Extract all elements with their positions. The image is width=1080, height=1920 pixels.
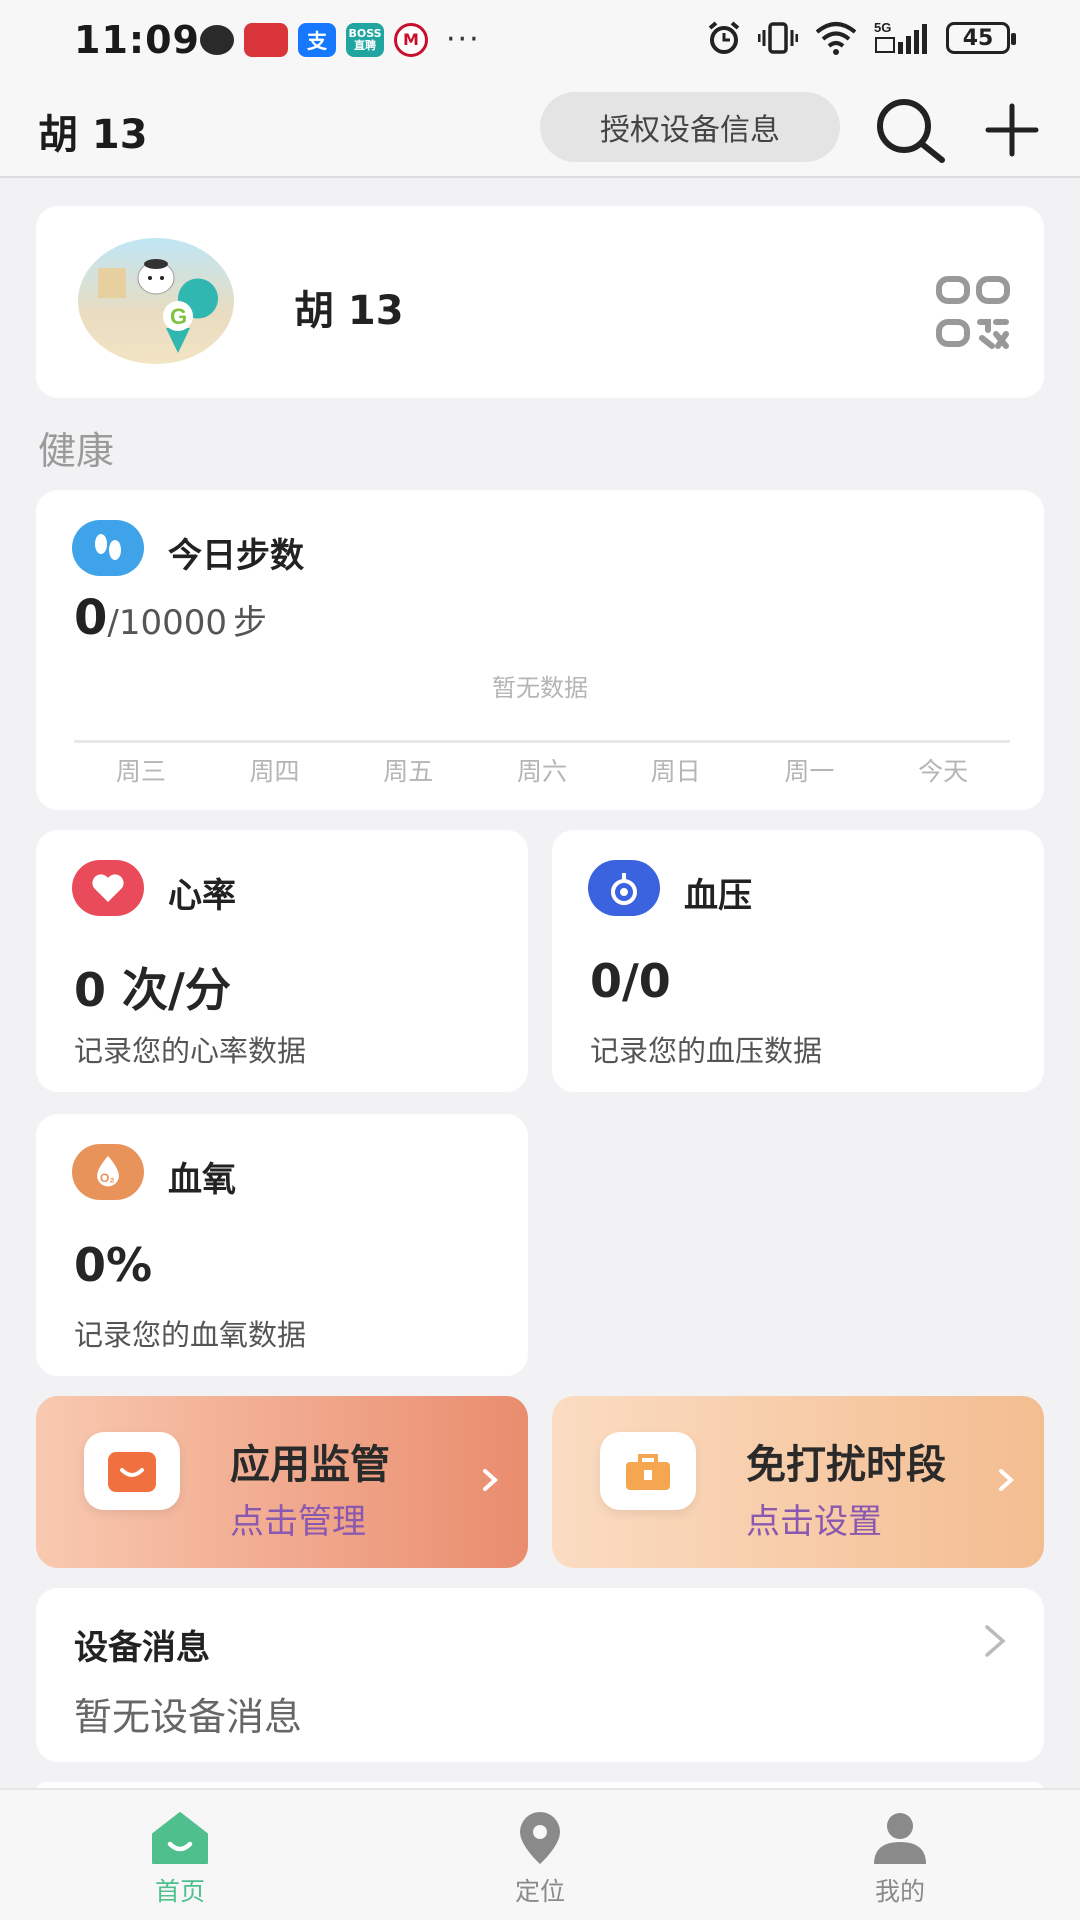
device-name-title: 胡 13 — [38, 112, 148, 158]
notification-icons: 支 BOSS 直聘 M ··· — [200, 22, 481, 57]
bank-icon: M — [394, 22, 428, 57]
heart-rate-card[interactable]: 心率 0 次/分 记录您的心率数据 — [36, 830, 528, 1092]
top-header: 胡 13 授权设备信息 — [0, 80, 1080, 178]
nav-location-label: 定位 — [514, 1877, 565, 1906]
nav-home-label: 首页 — [154, 1877, 205, 1906]
day-label: 周一 — [784, 757, 835, 786]
blood-oxygen-description: 记录您的血氧数据 — [74, 1318, 307, 1352]
heart-rate-value: 0 次/分 — [74, 963, 231, 1017]
blood-pressure-label: 血压 — [684, 876, 752, 916]
blood-oxygen-card[interactable]: O₂ 血氧 0% 记录您的血氧数据 — [36, 1114, 528, 1376]
vibrate-icon — [758, 22, 798, 54]
day-label: 周日 — [650, 757, 701, 786]
nav-home[interactable]: 首页 — [120, 1810, 240, 1908]
blood-oxygen-value: 0% — [74, 1238, 153, 1292]
svg-text:5G: 5G — [874, 20, 891, 35]
search-icon[interactable] — [872, 94, 948, 170]
blood-oxygen-label: 血氧 — [168, 1160, 236, 1200]
location-pin-icon — [520, 1812, 560, 1864]
authorize-device-info-button[interactable]: 授权设备信息 — [540, 92, 840, 162]
battery-icon: 45 — [946, 22, 1016, 54]
do-not-disturb-subtitle: 点击设置 — [746, 1502, 882, 1542]
svg-text:G: G — [170, 304, 187, 329]
profile-name: 胡 13 — [294, 288, 404, 334]
more-notifications-icon: ··· — [446, 22, 481, 57]
steps-target: /10000 — [107, 603, 228, 643]
steps-no-data-text: 暂无数据 — [492, 674, 588, 702]
blood-pressure-icon — [588, 860, 660, 916]
status-time: 11:09 — [74, 18, 200, 62]
app-notification-icon — [244, 22, 288, 57]
profile-card[interactable]: G 胡 13 — [36, 206, 1044, 398]
bottom-navigation: 首页 定位 我的 — [0, 1788, 1080, 1920]
blood-pressure-value: 0/0 — [590, 954, 671, 1008]
nav-mine-label: 我的 — [874, 1877, 925, 1906]
steps-label: 今日步数 — [168, 536, 304, 576]
home-icon — [152, 1812, 208, 1864]
signal-icon: 5G — [874, 20, 927, 54]
avatar[interactable]: G — [78, 238, 234, 364]
do-not-disturb-banner[interactable]: 免打扰时段 点击设置 — [552, 1396, 1044, 1568]
user-icon — [874, 1813, 926, 1864]
chevron-right-icon — [985, 1625, 1006, 1657]
app-monitor-icon — [84, 1432, 180, 1510]
steps-chart-days: 周三 周四 周五 周六 周日 周一 今天 — [74, 752, 1010, 788]
heart-rate-label: 心率 — [168, 876, 236, 916]
heart-icon — [72, 860, 144, 916]
chevron-right-icon — [483, 1469, 498, 1491]
add-icon[interactable] — [984, 102, 1040, 158]
qr-code-icon[interactable] — [936, 276, 1010, 350]
system-status-icons: 5G 45 — [706, 20, 1016, 56]
steps-chart-axis — [74, 740, 1010, 743]
steps-card[interactable]: 今日步数 0 /10000 步 暂无数据 周三 周四 周五 周六 周日 周一 今… — [36, 490, 1044, 810]
day-label: 今天 — [918, 757, 969, 786]
svg-text:O₂: O₂ — [100, 1171, 115, 1185]
day-label: 周四 — [249, 757, 300, 786]
alipay-icon: 支 — [298, 22, 336, 57]
do-not-disturb-icon — [600, 1432, 696, 1510]
blood-pressure-description: 记录您的血压数据 — [590, 1034, 823, 1068]
app-monitor-subtitle: 点击管理 — [230, 1502, 366, 1542]
steps-unit: 步 — [233, 603, 268, 643]
nav-location[interactable]: 定位 — [480, 1810, 600, 1908]
heart-rate-description: 记录您的心率数据 — [74, 1034, 307, 1068]
app-monitor-banner[interactable]: 应用监管 点击管理 — [36, 1396, 528, 1568]
wifi-icon — [815, 22, 857, 55]
app-monitor-title: 应用监管 — [230, 1442, 390, 1488]
device-messages-title: 设备消息 — [74, 1628, 210, 1668]
steps-value: 0 /10000 步 — [74, 590, 267, 646]
oxygen-drop-icon: O₂ — [72, 1144, 144, 1200]
day-label: 周六 — [516, 757, 567, 786]
chat-icon — [200, 24, 234, 55]
blood-pressure-card[interactable]: 血压 0/0 记录您的血压数据 — [552, 830, 1044, 1092]
alarm-icon — [708, 21, 740, 54]
do-not-disturb-title: 免打扰时段 — [746, 1442, 946, 1488]
day-label: 周三 — [115, 757, 166, 786]
chevron-right-icon — [999, 1469, 1014, 1491]
health-section-title: 健康 — [38, 429, 115, 473]
status-bar: 11:09 支 BOSS 直聘 M ··· 5G 45 — [0, 0, 1080, 80]
day-label: 周五 — [383, 757, 434, 786]
nav-mine[interactable]: 我的 — [840, 1810, 960, 1908]
steps-count: 0 — [74, 590, 108, 646]
footprints-icon — [72, 520, 144, 576]
boss-icon: BOSS 直聘 — [346, 22, 384, 57]
device-messages-card[interactable]: 设备消息 暂无设备消息 — [36, 1588, 1044, 1762]
device-messages-empty-text: 暂无设备消息 — [74, 1695, 303, 1739]
